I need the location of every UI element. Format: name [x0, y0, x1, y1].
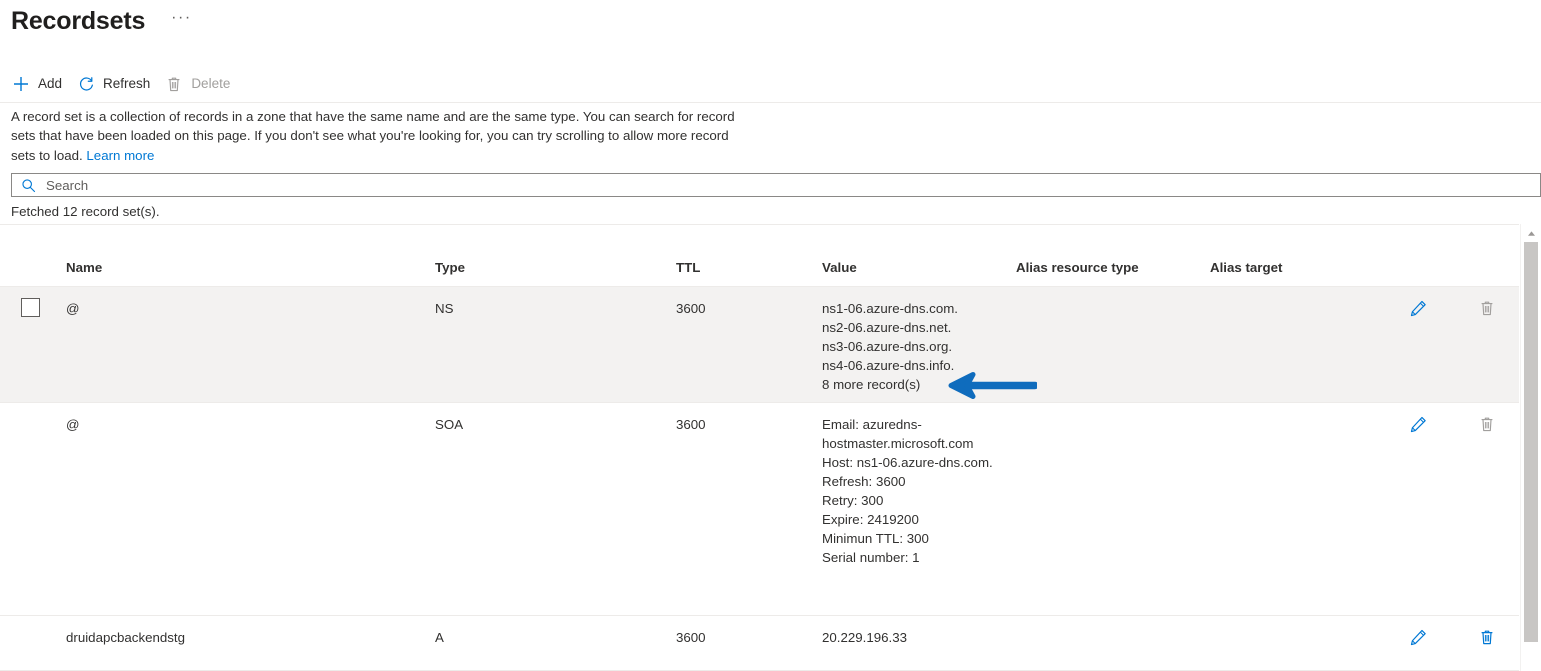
vertical-scrollbar[interactable]: [1520, 224, 1541, 671]
recordsets-page: Recordsets ··· Add Refresh Delete A reco…: [0, 0, 1541, 671]
refresh-button-label: Refresh: [103, 76, 151, 91]
delete-record-button: [1473, 411, 1501, 437]
column-header-name[interactable]: Name: [66, 259, 102, 277]
learn-more-link[interactable]: Learn more: [86, 148, 154, 163]
add-button[interactable]: Add: [11, 69, 62, 99]
cell-type: NS: [435, 301, 454, 316]
grid-header-row: Name Type TTL Value Alias resource type …: [0, 225, 1519, 287]
column-header-ttl[interactable]: TTL: [676, 259, 700, 277]
row-actions: [1404, 295, 1501, 321]
page-header: Recordsets ···: [11, 0, 196, 42]
cell-ttl: 3600: [676, 301, 706, 316]
cell-type: SOA: [435, 417, 464, 432]
cell-type: A: [435, 630, 444, 645]
cell-value: 20.229.196.33: [822, 630, 908, 645]
table-row[interactable]: druidapcbackendstg A 3600 20.229.196.33: [0, 616, 1519, 671]
row-checkbox[interactable]: [21, 298, 40, 317]
column-header-alias-resource-type[interactable]: Alias resource type: [1016, 259, 1139, 277]
search-icon: [17, 174, 39, 196]
delete-button: Delete: [164, 69, 230, 99]
more-options-icon[interactable]: ···: [167, 6, 195, 36]
trash-icon: [164, 74, 184, 94]
description-text: A record set is a collection of records …: [11, 107, 736, 165]
table-row[interactable]: @ SOA 3600 Email: azuredns-hostmaster.mi…: [0, 403, 1519, 616]
edit-record-button[interactable]: [1404, 295, 1432, 321]
refresh-icon: [76, 74, 96, 94]
edit-record-button[interactable]: [1404, 411, 1432, 437]
edit-record-button[interactable]: [1404, 624, 1432, 650]
page-title: Recordsets: [11, 7, 146, 35]
search-box[interactable]: [11, 173, 1541, 197]
table-row[interactable]: @ NS 3600 ns1-06.azure-dns.com. ns2-06.a…: [0, 287, 1519, 403]
search-input[interactable]: [46, 175, 1540, 195]
fetched-status: Fetched 12 record set(s).: [11, 204, 160, 219]
refresh-button[interactable]: Refresh: [76, 69, 150, 99]
command-bar-divider: [0, 102, 1541, 103]
cell-ttl: 3600: [676, 417, 706, 432]
row-actions: [1404, 624, 1501, 650]
scroll-up-arrow-icon[interactable]: [1521, 224, 1541, 242]
add-button-label: Add: [38, 76, 63, 91]
recordsets-grid: Name Type TTL Value Alias resource type …: [0, 224, 1519, 671]
column-header-alias-target[interactable]: Alias target: [1210, 259, 1282, 277]
command-bar: Add Refresh Delete: [11, 69, 244, 99]
row-actions: [1404, 411, 1501, 437]
column-header-type[interactable]: Type: [435, 259, 465, 277]
cell-ttl: 3600: [676, 630, 706, 645]
cell-name: druidapcbackendstg: [66, 630, 186, 645]
delete-record-button[interactable]: [1473, 624, 1501, 650]
scrollbar-thumb[interactable]: [1524, 242, 1538, 642]
delete-button-label: Delete: [191, 76, 231, 91]
cell-value: Email: azuredns-hostmaster.microsoft.com…: [822, 417, 993, 565]
cell-value: ns1-06.azure-dns.com. ns2-06.azure-dns.n…: [822, 301, 958, 392]
column-header-value[interactable]: Value: [822, 259, 997, 277]
cell-name: @: [66, 301, 80, 316]
plus-icon: [11, 74, 31, 94]
delete-record-button: [1473, 295, 1501, 321]
cell-name: @: [66, 417, 80, 432]
